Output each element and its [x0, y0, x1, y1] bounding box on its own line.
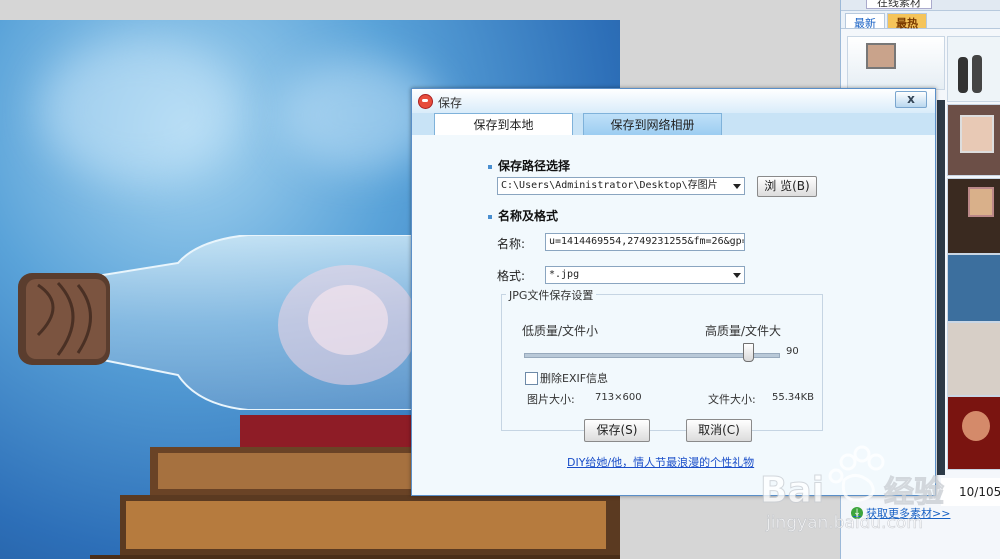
file-size-label: 文件大小:: [708, 393, 756, 406]
low-quality-label: 低质量/文件小: [522, 324, 599, 338]
material-thumb[interactable]: [847, 36, 945, 90]
format-select[interactable]: *.jpg: [545, 266, 745, 284]
remove-exif-checkbox[interactable]: [525, 372, 538, 385]
browse-button[interactable]: 浏 览(B): [757, 176, 817, 197]
tab-save-local[interactable]: 保存到本地: [434, 113, 573, 135]
subtab-newest[interactable]: 最新: [845, 13, 885, 30]
quality-slider-track[interactable]: [524, 353, 780, 358]
format-select-value: *.jpg: [549, 269, 580, 280]
svg-text:Bai: Bai: [760, 470, 824, 511]
save-path-combobox[interactable]: C:\Users\Administrator\Desktop\存图片: [497, 177, 745, 195]
file-size-value: 55.34KB: [772, 392, 815, 403]
name-label: 名称:: [497, 237, 526, 251]
high-quality-label: 高质量/文件大: [705, 324, 782, 338]
path-section-title: 保存路径选择: [488, 157, 570, 174]
dialog-tabs: 保存到本地 保存到网络相册: [412, 113, 935, 135]
tab-online-material[interactable]: 在线素材: [866, 0, 932, 9]
material-thumb[interactable]: [947, 104, 1000, 176]
dialog-title: 保存: [438, 96, 463, 110]
app-logo-icon: [418, 94, 433, 109]
quality-slider-handle[interactable]: [743, 343, 754, 362]
name-format-section-title: 名称及格式: [488, 207, 558, 224]
close-button[interactable]: x: [895, 91, 927, 108]
chevron-down-icon[interactable]: [733, 273, 741, 278]
tab-save-online-album[interactable]: 保存到网络相册: [583, 113, 722, 135]
material-thumb[interactable]: [947, 322, 1000, 396]
svg-text:jingyan.baidu.com: jingyan.baidu.com: [765, 513, 923, 533]
jpg-settings-group: JPG文件保存设置 低质量/文件小 高质量/文件大 90 删除EXIF信息: [501, 287, 823, 431]
subtab-hottest[interactable]: 最热: [887, 13, 927, 30]
cancel-button[interactable]: 取消(C): [686, 419, 752, 442]
svg-text:经验: 经验: [884, 475, 944, 510]
material-thumb[interactable]: [947, 178, 1000, 254]
name-input[interactable]: u=1414469554,2749231255&fm=26&gp=0_: [545, 233, 745, 251]
promo-link[interactable]: DIY给她/他，情人节最浪漫的个性礼物: [567, 454, 754, 470]
save-button[interactable]: 保存(S): [584, 419, 650, 442]
material-thumb[interactable]: [947, 36, 1000, 102]
chevron-down-icon[interactable]: [733, 184, 741, 189]
image-size-value: 713×600: [595, 392, 642, 403]
material-thumb[interactable]: [947, 254, 1000, 322]
save-path-value: C:\Users\Administrator\Desktop\存图片: [501, 180, 718, 191]
name-input-value: u=1414469554,2749231255&fm=26&gp=0_: [549, 236, 745, 247]
remove-exif-label[interactable]: 删除EXIF信息: [540, 370, 608, 386]
quality-value: 90: [786, 346, 799, 357]
save-dialog: 保存 x 保存到本地 保存到网络相册 保存路径选择 C:\Users\Admin…: [411, 88, 936, 496]
image-size-label: 图片大小:: [527, 393, 575, 406]
baidu-jingyan-watermark: Bai 经验 jingyan.baidu.com: [760, 445, 945, 533]
jpg-settings-title: JPG文件保存设置: [506, 287, 597, 303]
dialog-titlebar[interactable]: 保存 x: [412, 89, 935, 113]
format-label: 格式:: [497, 269, 526, 283]
